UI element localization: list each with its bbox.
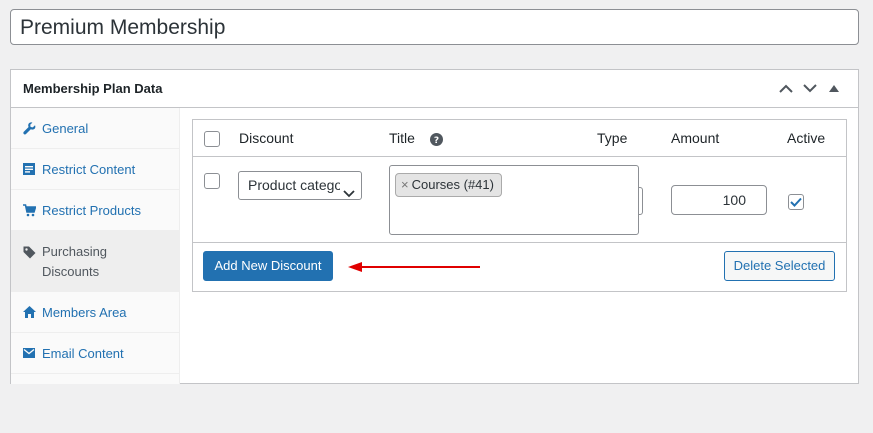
column-discount: Discount (239, 130, 294, 146)
metabox-controls (774, 77, 846, 101)
discounts-table: Discount Title ? Type Amount Active Prod… (192, 119, 847, 292)
select-all-checkbox[interactable] (204, 131, 220, 147)
column-title: Title (389, 130, 415, 146)
tab-label: Purchasing Discounts (42, 244, 108, 279)
checkmark-icon (790, 197, 802, 207)
discount-type-select[interactable]: Product category (238, 171, 362, 200)
tab-email-content[interactable]: Email Content (11, 333, 179, 374)
selected-tag: × Courses (#41) (395, 173, 502, 197)
tag-icon (21, 244, 37, 260)
cart-icon (21, 202, 37, 218)
tab-label: Members Area (42, 304, 127, 320)
active-checkbox[interactable] (788, 194, 804, 210)
tab-purchasing-discounts[interactable]: Purchasing Discounts (11, 231, 179, 292)
tab-label: Restrict Content (42, 161, 136, 177)
tab-label: General (42, 120, 89, 136)
table-header: Discount Title ? Type Amount Active (193, 120, 846, 157)
table-footer: Add New Discount Delete Selected (193, 243, 846, 291)
tab-label: Restrict Products (42, 202, 141, 218)
row-select-checkbox[interactable] (204, 173, 220, 189)
metabox-title: Membership Plan Data (23, 81, 163, 96)
column-amount: Amount (671, 130, 720, 146)
delete-selected-button[interactable]: Delete Selected (724, 251, 835, 281)
table-row: Product category × Courses (#41) 100 (193, 157, 846, 243)
column-type: Type (597, 130, 628, 146)
discount-select-value: Product category (248, 177, 340, 193)
tab-general[interactable]: General (11, 108, 179, 149)
tab-restrict-products[interactable]: Restrict Products (11, 190, 179, 231)
annotation-arrow-icon (348, 262, 480, 272)
column-active: Active (787, 130, 826, 146)
add-new-discount-button[interactable]: Add New Discount (203, 251, 333, 281)
plan-data-tabs: General Restrict Content Restrict Produc… (11, 108, 180, 384)
document-icon (21, 161, 37, 177)
wrench-icon (21, 120, 37, 136)
remove-tag-icon[interactable]: × (401, 174, 409, 196)
svg-text:?: ? (434, 136, 439, 146)
post-title-input[interactable]: Premium Membership (10, 9, 859, 45)
title-multiselect[interactable]: × Courses (#41) (389, 165, 639, 235)
help-icon[interactable]: ? (430, 133, 443, 146)
toggle-triangle-icon[interactable] (822, 77, 846, 101)
tab-restrict-content[interactable]: Restrict Content (11, 149, 179, 190)
amount-input[interactable]: 100 (671, 185, 767, 215)
chevron-down-icon[interactable] (798, 77, 822, 101)
tag-label: Courses (#41) (411, 177, 494, 192)
metabox-header: Membership Plan Data (11, 70, 858, 108)
tab-label: Email Content (42, 345, 124, 361)
membership-plan-data-metabox: Membership Plan Data General Restrict Co… (10, 69, 859, 384)
email-icon (21, 345, 37, 361)
tab-members-area[interactable]: Members Area (11, 292, 179, 333)
chevron-up-icon[interactable] (774, 77, 798, 101)
chevron-down-icon (343, 180, 355, 199)
home-icon (21, 304, 37, 320)
